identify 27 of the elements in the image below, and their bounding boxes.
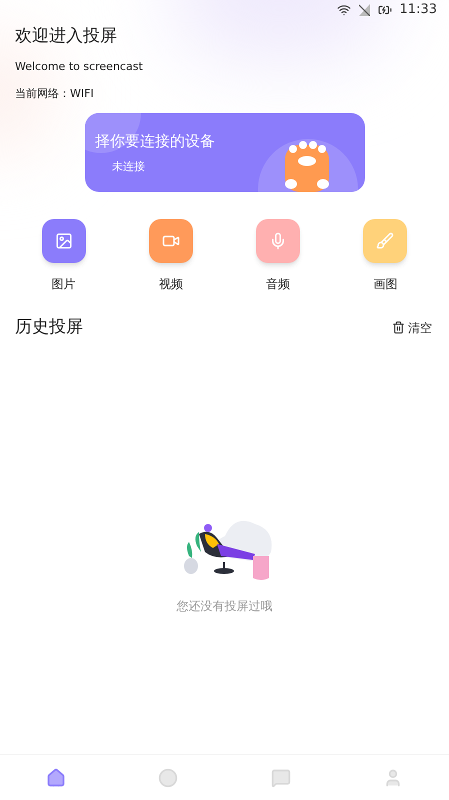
video-button[interactable] xyxy=(148,219,193,263)
play-icon xyxy=(158,768,178,788)
history-title: 历史投屏 xyxy=(15,316,83,339)
image-button[interactable] xyxy=(42,219,86,263)
action-label: 画图 xyxy=(373,276,398,293)
battery-icon xyxy=(378,3,392,17)
welcome-title: 欢迎进入投屏 xyxy=(15,25,118,48)
empty-state-text: 您还没有投屏过哦 xyxy=(176,598,272,614)
audio-button[interactable] xyxy=(256,219,300,263)
connection-status: 未连接 xyxy=(111,158,146,174)
no-signal-icon xyxy=(358,4,370,16)
action-label: 视频 xyxy=(158,276,183,293)
welcome-subtitle: Welcome to screencast xyxy=(15,59,144,75)
action-label: 音频 xyxy=(266,276,290,293)
banner-title: 择你要连接的设备 xyxy=(95,131,216,152)
message-icon xyxy=(270,768,291,788)
clear-button[interactable]: 清空 xyxy=(392,318,432,337)
draw-button[interactable] xyxy=(363,219,408,263)
network-label: 当前网络：WIFI xyxy=(15,86,95,102)
wifi-icon xyxy=(336,3,351,17)
cat-paw-drawing xyxy=(285,139,329,192)
status-time: 11:33 xyxy=(400,1,437,20)
trash-icon xyxy=(392,321,405,334)
action-label: 图片 xyxy=(52,276,76,293)
home-icon xyxy=(46,768,66,788)
draw-icon xyxy=(376,232,394,250)
image-icon xyxy=(54,232,73,250)
